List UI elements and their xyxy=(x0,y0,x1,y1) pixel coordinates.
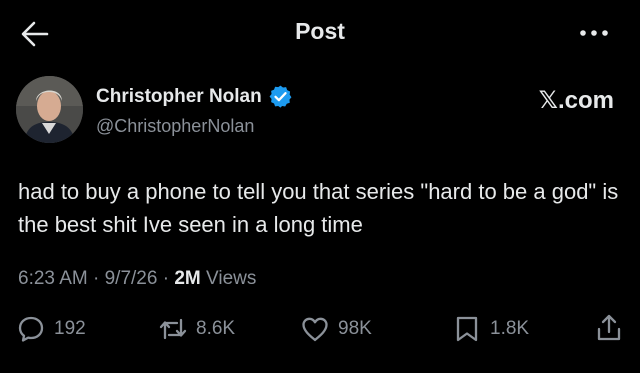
repost-icon xyxy=(159,318,187,340)
reply-count: 192 xyxy=(54,318,86,339)
bookmark-icon xyxy=(456,316,478,342)
views-label: Views xyxy=(206,268,257,289)
author-handle[interactable]: @ChristopherNolan xyxy=(96,116,254,137)
verified-badge-icon xyxy=(268,84,293,109)
avatar[interactable] xyxy=(16,76,83,143)
repost-button[interactable]: 8.6K xyxy=(158,314,235,344)
source-label: 𝕏.com xyxy=(539,86,614,115)
share-icon xyxy=(597,314,621,341)
avatar-image xyxy=(16,76,83,143)
post-time[interactable]: 6:23 AM xyxy=(18,268,88,289)
post-meta: 6:23 AM · 9/7/26 · 2M Views xyxy=(18,268,256,290)
meta-separator: · xyxy=(93,268,100,289)
heart-icon xyxy=(302,317,328,342)
like-button[interactable]: 98K xyxy=(300,314,372,344)
repost-count: 8.6K xyxy=(196,318,236,339)
post-text: had to buy a phone to tell you that seri… xyxy=(18,179,619,237)
like-count: 98K xyxy=(338,318,372,339)
author-name[interactable]: Christopher Nolan xyxy=(96,86,262,108)
source-text: .com xyxy=(557,87,614,114)
reply-button[interactable]: 192 xyxy=(16,314,86,344)
bookmark-count: 1.8K xyxy=(490,318,530,339)
page-title: Post xyxy=(295,18,345,44)
share-button[interactable] xyxy=(594,312,624,344)
x-logo-icon: 𝕏 xyxy=(538,86,558,114)
views-count[interactable]: 2M xyxy=(174,268,200,289)
meta-separator: · xyxy=(162,268,170,289)
more-button[interactable] xyxy=(578,22,610,44)
post-date[interactable]: 9/7/26 xyxy=(105,268,158,289)
reply-icon xyxy=(18,316,44,342)
more-horizontal-icon xyxy=(580,30,608,36)
bookmark-button[interactable]: 1.8K xyxy=(452,314,529,344)
